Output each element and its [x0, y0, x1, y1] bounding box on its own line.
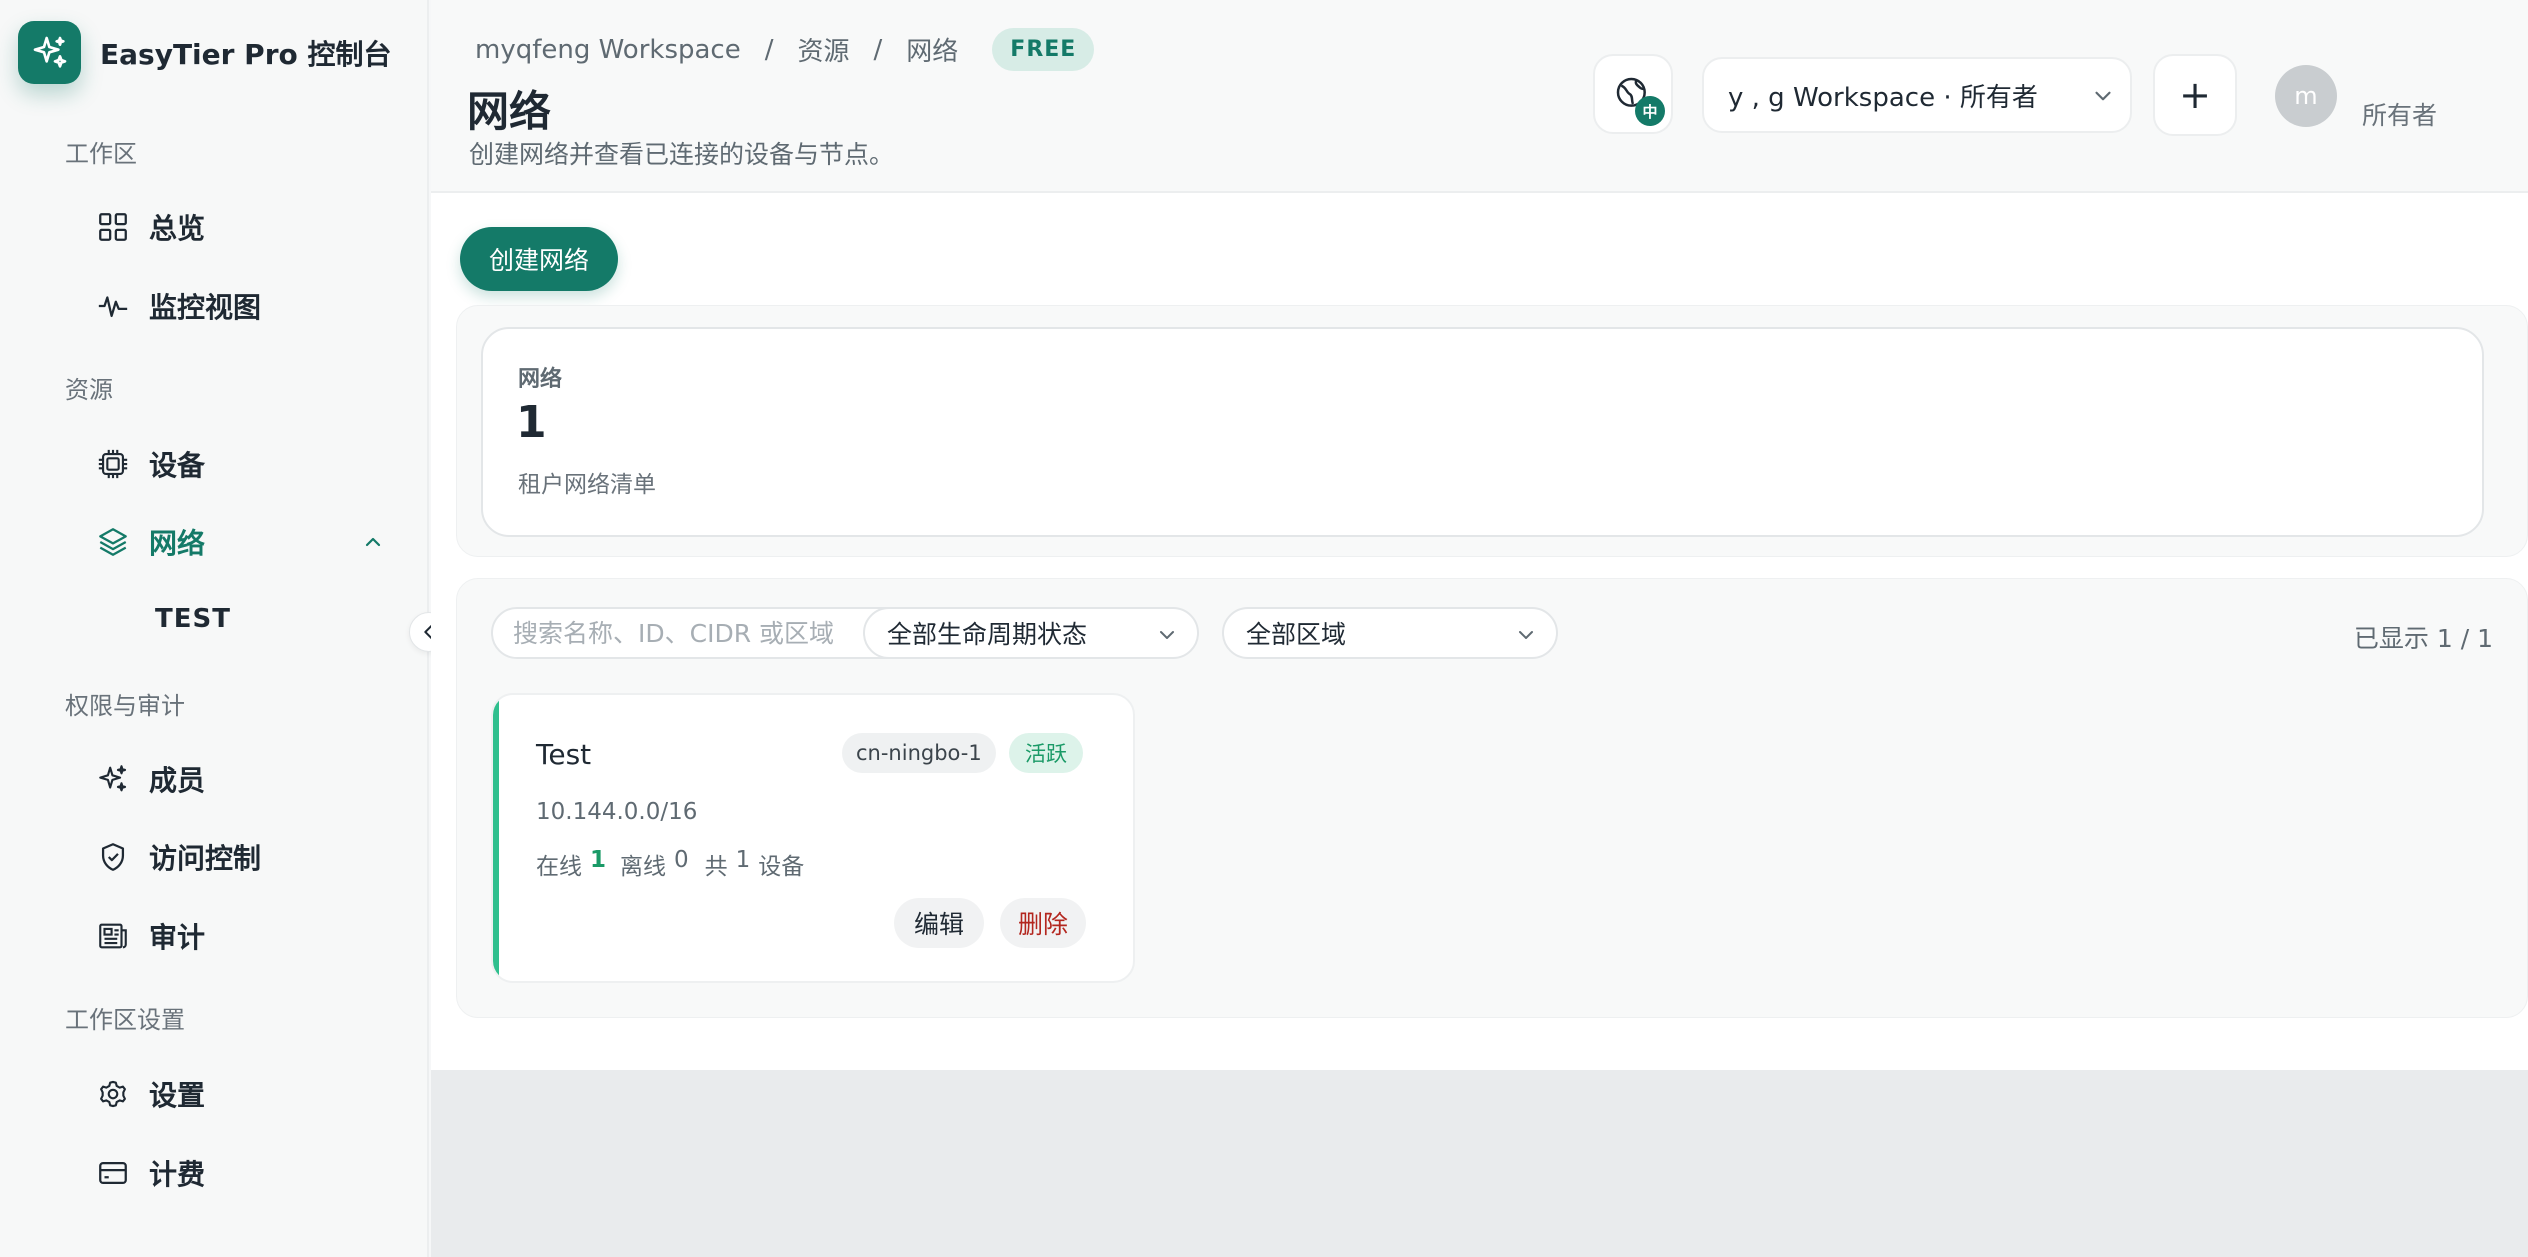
- layers-icon: [95, 524, 131, 560]
- chevron-down-icon: [1519, 631, 1533, 639]
- sidebar-item-settings[interactable]: 设置: [95, 1070, 205, 1118]
- sidebar-item-label: 审计: [149, 921, 206, 954]
- stats-value: 1: [516, 397, 547, 448]
- sidebar-item-overview[interactable]: 总览: [95, 203, 205, 251]
- create-network-button[interactable]: 创建网络: [460, 227, 618, 291]
- breadcrumb-resources[interactable]: 资源: [798, 31, 850, 68]
- credit-card-icon: [95, 1155, 131, 1191]
- sidebar: EasyTier Pro 控制台 工作区 总览 监控视图 资源 设备 网络 TE…: [0, 0, 429, 1257]
- gear-icon: [95, 1076, 131, 1112]
- shown-count: 已显示 1 / 1: [2353, 624, 2493, 653]
- sidebar-item-label: 网络: [149, 527, 206, 560]
- breadcrumb-workspace[interactable]: myqfeng Workspace: [475, 35, 741, 65]
- page-subtitle: 创建网络并查看已连接的设备与节点。: [469, 140, 895, 169]
- network-list-section: 全部生命周期状态 全部区域 已显示 1 / 1 Test cn-ningbo-1…: [456, 578, 2528, 1018]
- newspaper-icon: [95, 918, 131, 954]
- network-cidr: 10.144.0.0/16: [536, 799, 698, 825]
- page-bottom-area: [431, 1070, 2528, 1257]
- chevron-up-icon[interactable]: [358, 527, 388, 557]
- sidebar-item-audit[interactable]: 审计: [95, 912, 205, 960]
- sidebar-item-label: 设备: [149, 449, 206, 482]
- sidebar-item-label: 设置: [149, 1079, 206, 1112]
- stats-section: 网络 1 租户网络清单: [456, 305, 2528, 557]
- section-workspace-settings: 工作区设置: [65, 1006, 185, 1034]
- card-accent-bar: [493, 695, 499, 981]
- sidebar-subitem-test[interactable]: TEST: [155, 604, 231, 634]
- network-name: Test: [536, 738, 592, 771]
- sidebar-item-label: 成员: [149, 764, 206, 797]
- section-workspace: 工作区: [65, 140, 137, 168]
- network-stats-card: 网络 1 租户网络清单: [481, 327, 2484, 537]
- breadcrumb-separator: /: [873, 34, 883, 65]
- sidebar-item-monitoring[interactable]: 监控视图: [95, 282, 261, 330]
- online-count: 1: [590, 847, 607, 873]
- sparkle-logo-icon: [18, 21, 81, 84]
- language-badge: 中: [1635, 96, 1665, 126]
- sidebar-item-label: 计费: [149, 1158, 206, 1191]
- offline-count: 0: [674, 847, 689, 873]
- lifecycle-filter-value: 全部生命周期状态: [887, 620, 1088, 649]
- region-filter-value: 全部区域: [1246, 620, 1347, 649]
- page-header: myqfeng Workspace / 资源 / 网络 FREE 网络 创建网络…: [431, 0, 2528, 193]
- chevron-down-icon: [1160, 631, 1174, 639]
- stats-description: 租户网络清单: [518, 472, 656, 498]
- main-content: myqfeng Workspace / 资源 / 网络 FREE 网络 创建网络…: [431, 0, 2528, 1070]
- grid-icon: [95, 209, 131, 245]
- pulse-icon: [95, 288, 131, 324]
- device-label: 设备: [758, 854, 805, 880]
- sidebar-item-access-control[interactable]: 访问控制: [95, 833, 261, 881]
- sidebar-item-members[interactable]: 成员: [95, 755, 205, 803]
- sidebar-item-networks[interactable]: 网络: [95, 518, 205, 566]
- online-label: 在线: [536, 854, 582, 880]
- user-role: 所有者: [2362, 101, 2438, 130]
- breadcrumb: myqfeng Workspace / 资源 / 网络 FREE: [475, 28, 1095, 71]
- sidebar-item-label: 监控视图: [149, 291, 262, 324]
- plan-badge: FREE: [992, 28, 1095, 71]
- edit-button[interactable]: 编辑: [894, 898, 985, 948]
- total-label: 共: [704, 854, 728, 880]
- region-filter-select[interactable]: 全部区域: [1222, 607, 1558, 659]
- breadcrumb-networks: 网络: [906, 37, 959, 67]
- offline-label: 离线: [620, 854, 667, 880]
- sidebar-item-label: 访问控制: [149, 842, 262, 875]
- shield-icon: [95, 839, 131, 875]
- workspace-select[interactable]: y , g Workspace · 所有者: [1702, 57, 2132, 133]
- chevron-down-icon: [2095, 91, 2111, 101]
- sparkle-icon: [95, 761, 131, 797]
- page-title: 网络: [467, 87, 552, 136]
- region-badge: cn-ningbo-1: [842, 733, 996, 773]
- chip-icon: [95, 446, 131, 482]
- total-count: 1: [735, 847, 751, 873]
- section-permissions: 权限与审计: [65, 692, 185, 720]
- sidebar-item-devices[interactable]: 设备: [95, 440, 205, 488]
- add-button[interactable]: +: [2153, 54, 2237, 136]
- brand-title: EasyTier Pro 控制台: [100, 37, 392, 71]
- brand[interactable]: EasyTier Pro 控制台: [18, 21, 392, 84]
- sidebar-item-billing[interactable]: 计费: [95, 1149, 205, 1197]
- sidebar-item-label: 总览: [149, 212, 206, 245]
- delete-button[interactable]: 删除: [1000, 898, 1087, 948]
- language-button[interactable]: 中: [1593, 54, 1673, 134]
- network-card[interactable]: Test cn-ningbo-1 活跃 10.144.0.0/16 在线 1 离…: [491, 693, 1135, 983]
- section-resources: 资源: [65, 376, 113, 404]
- lifecycle-filter-select[interactable]: 全部生命周期状态: [863, 607, 1199, 659]
- breadcrumb-separator: /: [764, 34, 774, 65]
- avatar[interactable]: m: [2275, 65, 2337, 127]
- stats-label: 网络: [518, 367, 563, 392]
- status-badge: 活跃: [1009, 733, 1083, 773]
- workspace-select-value: y , g Workspace · 所有者: [1728, 82, 2038, 113]
- device-counts: 在线 1 离线 0 共 1 设备: [536, 847, 804, 881]
